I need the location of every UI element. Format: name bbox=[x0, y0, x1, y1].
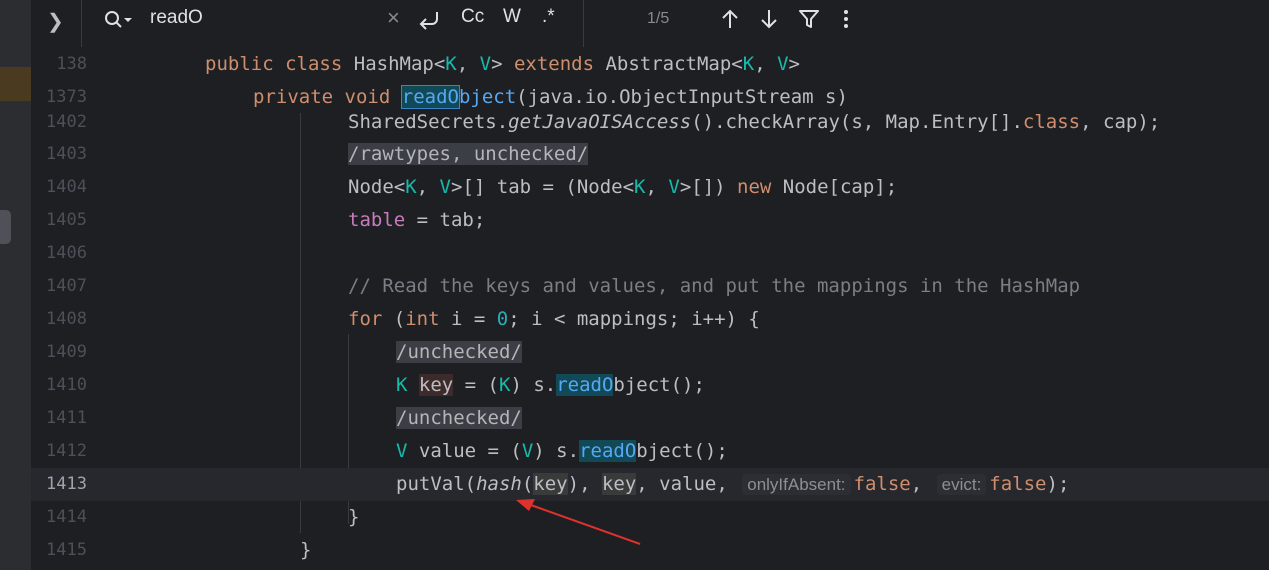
annotation-arrow-icon bbox=[516, 499, 641, 545]
